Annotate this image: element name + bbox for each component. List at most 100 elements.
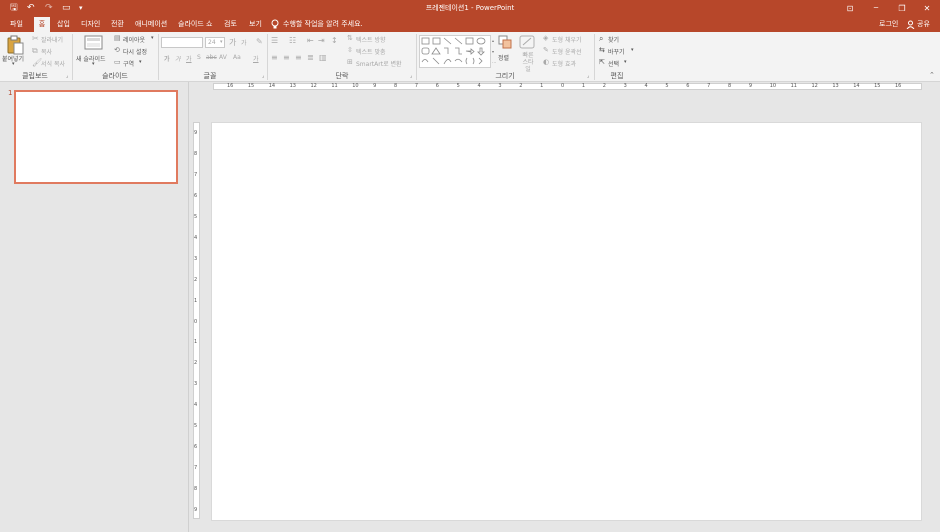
dialog-launcher-icon[interactable]: ⌟: [587, 73, 589, 79]
customize-qat-icon[interactable]: ▾: [79, 0, 83, 17]
tab-file[interactable]: 파일: [8, 17, 25, 32]
layout-dropdown-icon[interactable]: ▾: [151, 35, 154, 41]
quick-styles-icon[interactable]: [519, 35, 535, 49]
character-spacing-button[interactable]: AV: [219, 54, 227, 61]
bold-button[interactable]: 가: [164, 54, 170, 63]
align-right-icon[interactable]: ≡: [295, 53, 302, 62]
ruler-number: 6: [194, 192, 198, 199]
clear-formatting-icon[interactable]: ✎: [256, 37, 263, 46]
ruler-number: 11: [331, 83, 338, 89]
shapes-gallery[interactable]: [419, 35, 491, 68]
text-direction-icon: ⇅: [347, 34, 353, 42]
present-from-start-icon[interactable]: ▭: [62, 0, 71, 17]
tell-me-box[interactable]: 수행할 작업을 알려 주세요.: [281, 17, 365, 32]
increase-indent-icon[interactable]: ⇥: [318, 36, 325, 45]
redo-icon[interactable]: ↷: [45, 0, 53, 17]
ruler-number: 14: [853, 83, 860, 89]
line-spacing-icon[interactable]: ↕: [331, 36, 338, 45]
dialog-launcher-icon[interactable]: ⌟: [262, 73, 264, 79]
font-size-value: 24: [208, 39, 216, 46]
tab-view[interactable]: 보기: [247, 17, 264, 32]
group-label-clipboard: 클립보드: [22, 72, 48, 80]
tab-design[interactable]: 디자인: [79, 17, 102, 32]
section-button[interactable]: 구역: [123, 59, 134, 68]
font-size-dropdown-icon[interactable]: ▾: [220, 39, 223, 45]
align-text-button[interactable]: 텍스트 맞춤: [356, 47, 386, 56]
new-slide-button[interactable]: 새 슬라이드: [76, 54, 106, 63]
select-dropdown-icon[interactable]: ▾: [624, 59, 627, 65]
replace-dropdown-icon[interactable]: ▾: [631, 47, 634, 53]
align-left-icon[interactable]: ≡: [271, 53, 278, 62]
change-case-button[interactable]: Aa: [233, 54, 241, 61]
shape-fill-icon: ◈: [543, 34, 549, 42]
ruler-number: 6: [435, 83, 439, 89]
collapse-ribbon-icon[interactable]: ⌃: [929, 71, 935, 79]
quick-styles-button[interactable]: 빠른 스타일: [521, 52, 535, 73]
select-icon: ⇱: [599, 58, 605, 66]
tab-insert[interactable]: 삽입: [55, 17, 72, 32]
text-direction-button[interactable]: 텍스트 방향: [356, 35, 386, 44]
font-size-combo[interactable]: 24 ▾: [205, 37, 225, 48]
arrange-icon[interactable]: [498, 35, 512, 49]
ruler-number: 3: [194, 381, 198, 388]
decrease-indent-icon[interactable]: ⇤: [307, 36, 314, 45]
copy-button[interactable]: 복사: [41, 47, 52, 56]
close-button[interactable]: ✕: [918, 0, 936, 17]
tab-slideshow[interactable]: 슬라이드 쇼: [176, 17, 214, 32]
paste-dropdown-icon[interactable]: ▾: [12, 61, 15, 67]
columns-icon[interactable]: ▥: [319, 53, 327, 62]
text-shadow-button[interactable]: S: [197, 54, 201, 61]
ruler-number: 14: [268, 83, 276, 89]
dialog-launcher-icon[interactable]: ⌟: [410, 73, 412, 79]
dialog-launcher-icon[interactable]: ⌟: [66, 73, 68, 79]
shape-effects-button[interactable]: 도형 효과: [552, 59, 576, 68]
align-center-icon[interactable]: ≡: [283, 53, 290, 62]
paste-icon[interactable]: [6, 35, 24, 55]
numbering-icon[interactable]: ☷: [289, 36, 296, 45]
maximize-button[interactable]: ❐: [892, 0, 912, 17]
bullets-icon[interactable]: ☰: [271, 36, 278, 45]
italic-button[interactable]: 가: [175, 54, 181, 63]
arrange-button[interactable]: 정렬: [498, 53, 509, 62]
shape-fill-button[interactable]: 도형 채우기: [552, 35, 582, 44]
layout-button[interactable]: 레이아웃: [123, 35, 145, 44]
undo-icon[interactable]: ↶: [27, 0, 35, 17]
replace-button[interactable]: 바꾸기: [608, 47, 625, 56]
underline-button[interactable]: 가: [186, 54, 192, 63]
ruler-number: 15: [874, 83, 881, 89]
slide-canvas[interactable]: [211, 122, 922, 521]
tab-transitions[interactable]: 전환: [109, 17, 126, 32]
group-label-font: 글꼴: [203, 72, 217, 80]
minimize-button[interactable]: ─: [866, 0, 886, 17]
ribbon-separator: [158, 34, 159, 80]
new-slide-dropdown-icon[interactable]: ▾: [92, 61, 95, 67]
gallery-scroll[interactable]: ▴ ▾ ⋯: [492, 35, 497, 68]
ribbon-display-icon[interactable]: ⊡: [842, 0, 858, 17]
format-painter-button[interactable]: 서식 복사: [41, 59, 65, 68]
new-slide-icon[interactable]: [84, 35, 103, 51]
reset-icon: ⟲: [114, 46, 120, 54]
strikethrough-button[interactable]: abc: [206, 54, 217, 61]
select-button[interactable]: 선택: [608, 59, 619, 68]
tab-home[interactable]: 홈: [34, 17, 50, 32]
login-link[interactable]: 로그인: [877, 17, 900, 32]
ruler-number: 3: [194, 255, 198, 262]
cut-button[interactable]: 잘라내기: [41, 35, 63, 44]
shape-outline-button[interactable]: 도형 윤곽선: [552, 47, 582, 56]
save-icon[interactable]: 🖫: [10, 0, 18, 17]
reset-button[interactable]: 다시 설정: [123, 47, 147, 56]
convert-smartart-button[interactable]: SmartArt로 변환: [356, 59, 402, 68]
font-name-combo[interactable]: [161, 37, 203, 48]
find-button[interactable]: 찾기: [608, 35, 619, 44]
font-color-button[interactable]: 가: [253, 54, 259, 63]
justify-icon[interactable]: ≣: [307, 53, 314, 62]
share-button[interactable]: 공유: [915, 17, 932, 32]
grow-font-button[interactable]: 가: [229, 37, 236, 48]
ruler-number: 8: [194, 150, 198, 157]
tab-review[interactable]: 검토: [222, 17, 239, 32]
find-icon: ⌕: [599, 34, 604, 43]
shrink-font-button[interactable]: 가: [241, 38, 247, 47]
slide-thumbnail[interactable]: [14, 90, 178, 184]
tab-animations[interactable]: 애니메이션: [133, 17, 169, 32]
section-dropdown-icon[interactable]: ▾: [139, 59, 142, 65]
